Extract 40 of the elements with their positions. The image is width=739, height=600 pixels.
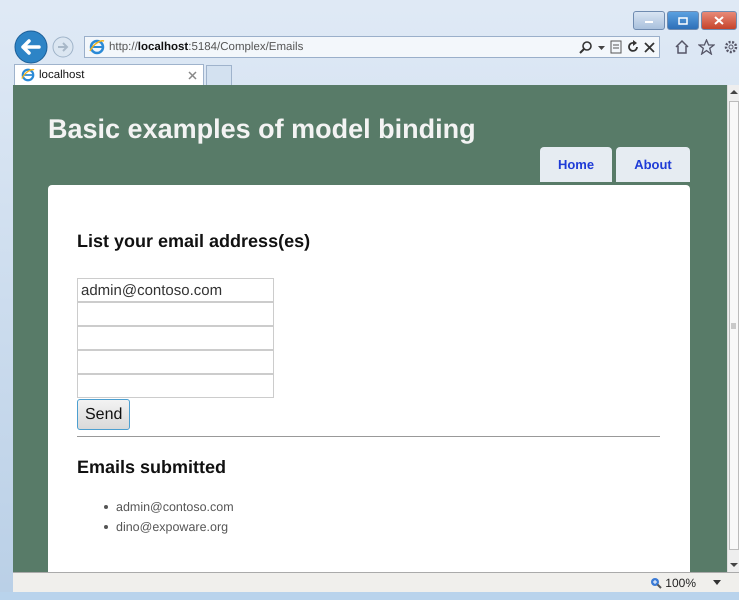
e-logo-icon	[89, 39, 105, 55]
settings-icon[interactable]	[723, 39, 739, 55]
scroll-down-icon[interactable]	[730, 562, 738, 568]
bullet-icon	[104, 505, 108, 509]
email-field[interactable]: admin@contoso.com	[77, 278, 274, 302]
dropdown-icon[interactable]	[713, 580, 721, 585]
maximize-button[interactable]	[667, 11, 699, 30]
form-heading: List your email address(es)	[77, 231, 310, 252]
bullet-icon	[104, 525, 108, 529]
zoom-icon[interactable]	[650, 576, 662, 588]
email-item: dino@expoware.org	[116, 520, 228, 534]
close-icon[interactable]	[644, 42, 655, 52]
scrollbar[interactable]	[727, 85, 739, 572]
site-title: Basic examples of model binding	[48, 114, 476, 145]
back-button[interactable]	[14, 30, 48, 64]
browser-tab[interactable]: localhost	[14, 64, 204, 85]
address-bar[interactable]: http://localhost:5184/Complex/Emails	[84, 36, 660, 58]
scroll-up-icon[interactable]	[730, 89, 738, 95]
star-icon[interactable]	[698, 39, 715, 55]
email-field[interactable]	[77, 326, 274, 350]
email-field[interactable]	[77, 374, 274, 398]
send-button[interactable]: Send	[77, 399, 130, 430]
nav-tab[interactable]: About	[616, 147, 690, 182]
compatibility-icon[interactable]	[610, 40, 622, 54]
search-icon[interactable]	[579, 40, 593, 54]
email-item: admin@contoso.com	[116, 500, 234, 514]
e-logo-icon	[21, 68, 35, 82]
email-field[interactable]	[77, 302, 274, 326]
close-icon	[714, 16, 724, 25]
results-heading: Emails submitted	[77, 457, 226, 478]
maximize-icon	[678, 16, 688, 24]
email-field[interactable]	[77, 350, 274, 374]
home-icon[interactable]	[674, 39, 690, 55]
nav-tab[interactable]: Home	[540, 147, 612, 182]
close-button[interactable]	[701, 11, 737, 30]
scrollbar-thumb[interactable]	[728, 101, 738, 550]
refresh-icon[interactable]	[627, 40, 639, 54]
zoom-level[interactable]: 100%	[665, 576, 696, 590]
minimize-button[interactable]	[633, 11, 665, 30]
grip-icon	[731, 322, 736, 328]
